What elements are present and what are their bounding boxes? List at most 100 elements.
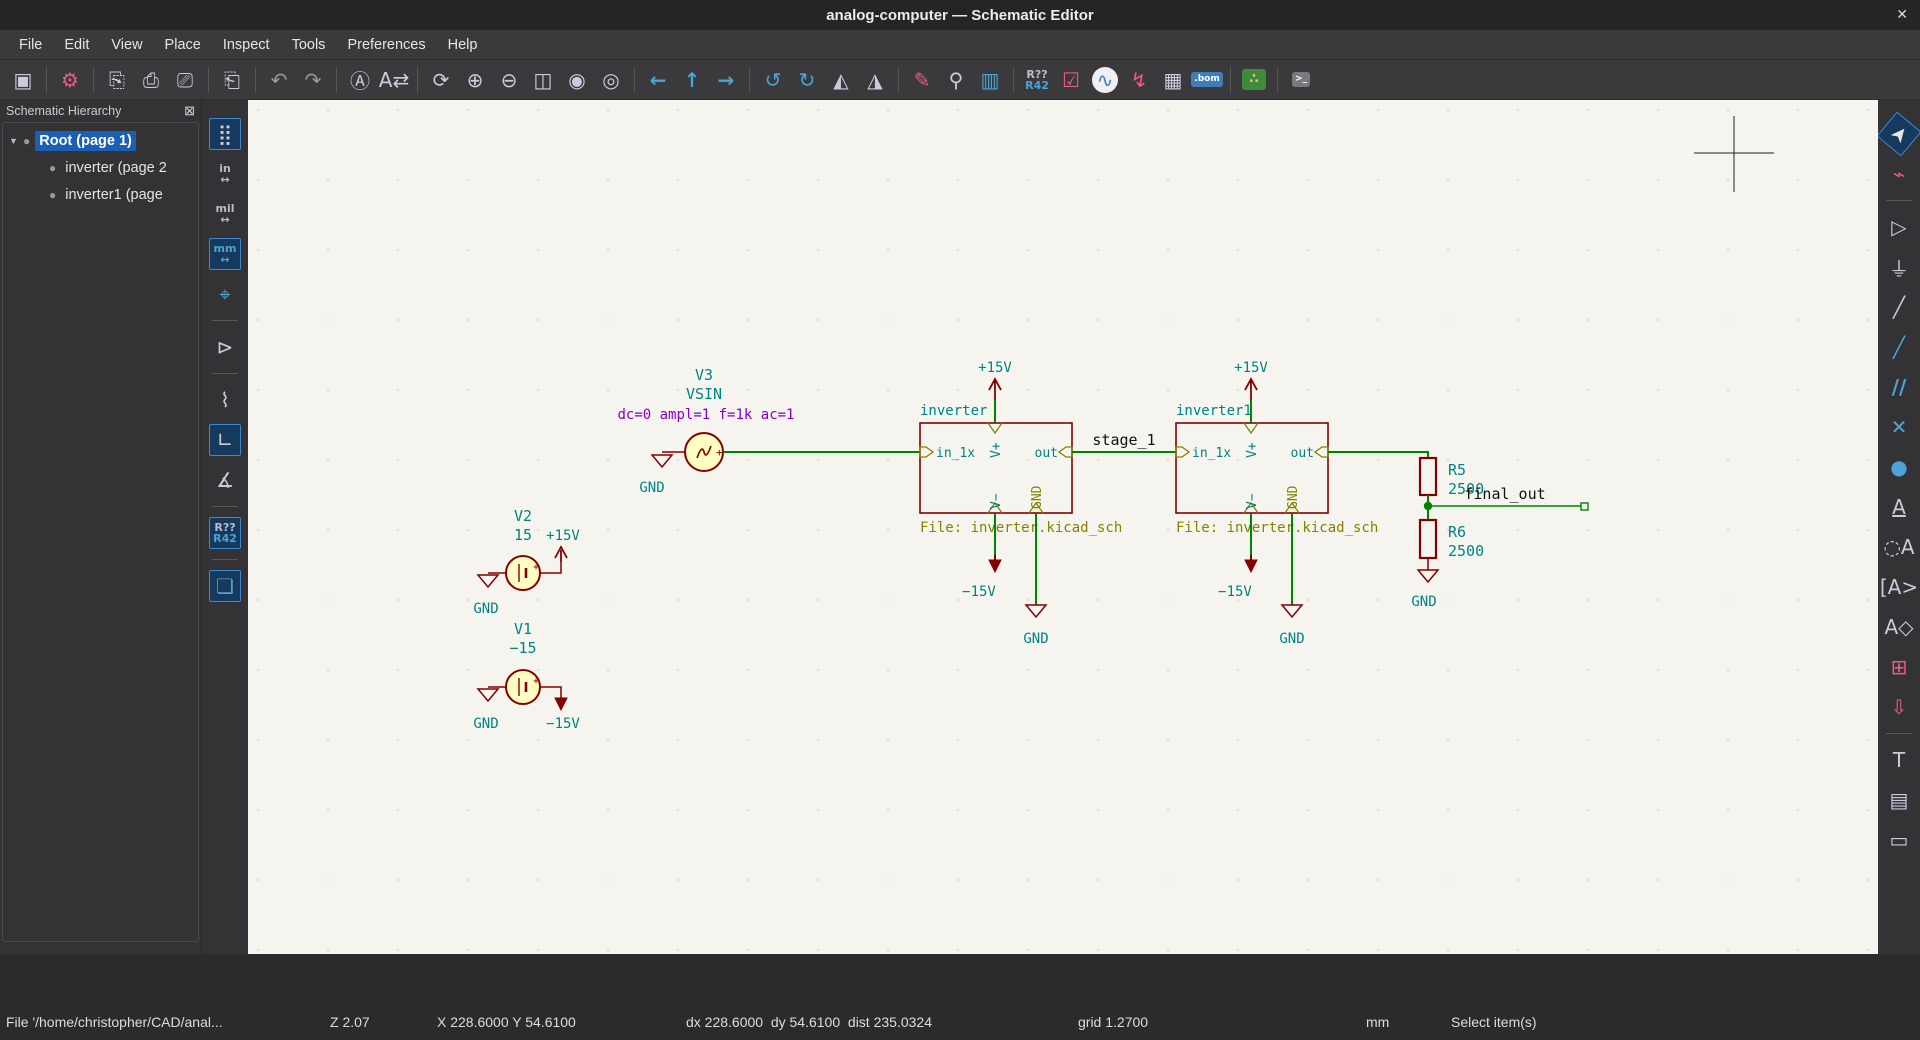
annotate-icon[interactable]: R?? R42: [1021, 64, 1053, 96]
simulator-icon[interactable]: ∿: [1092, 66, 1118, 93]
undo-icon[interactable]: ↶: [263, 64, 295, 96]
menu-view[interactable]: View: [100, 33, 153, 57]
find-replace-icon[interactable]: A⇄: [378, 64, 410, 96]
sheet2-pin-vminus[interactable]: V−: [1245, 493, 1260, 509]
find-icon[interactable]: Ⓐ: [344, 64, 376, 96]
navigate-back-icon[interactable]: ←: [642, 64, 674, 96]
add-bus-icon[interactable]: ╱: [1883, 331, 1915, 363]
add-sheet-icon[interactable]: ⊞: [1883, 651, 1915, 683]
add-directive-label-icon[interactable]: ◌A: [1883, 531, 1915, 563]
gnd-label[interactable]: GND: [1023, 631, 1048, 647]
v1-reference[interactable]: V1: [514, 620, 532, 638]
annotate-automatically-icon[interactable]: R?? R42: [209, 517, 241, 549]
sheet2-pin-vplus[interactable]: V+: [1245, 442, 1260, 458]
hierarchy-close-icon[interactable]: ⊠: [184, 103, 195, 119]
add-symbol-icon[interactable]: ▷: [1883, 211, 1915, 243]
m15-label[interactable]: −15V: [962, 584, 996, 600]
sheet1-pin-gnd[interactable]: GND: [1030, 485, 1045, 509]
menu-place[interactable]: Place: [154, 33, 212, 57]
tree-expander-icon[interactable]: ▼: [9, 136, 23, 146]
mirror-horizontal-icon[interactable]: ◮: [859, 64, 891, 96]
net-label-stage1[interactable]: stage_1: [1092, 431, 1155, 449]
add-bus-entry-icon[interactable]: //: [1883, 371, 1915, 403]
sheet1-pin-vminus[interactable]: V−: [989, 493, 1004, 509]
menu-preferences[interactable]: Preferences: [336, 33, 436, 57]
menu-file[interactable]: File: [8, 33, 53, 57]
v3-sim-params[interactable]: dc=0 ampl=1 f=1k ac=1: [617, 407, 794, 423]
navigate-forward-icon[interactable]: →: [710, 64, 742, 96]
tree-item-root[interactable]: ▼ ● Root (page 1): [9, 127, 198, 154]
units-mm-icon[interactable]: mm ↔: [209, 238, 241, 270]
zoom-to-selection-icon[interactable]: ◎: [595, 64, 627, 96]
v1-value[interactable]: −15: [509, 639, 536, 657]
window-close-icon[interactable]: ✕: [1896, 6, 1908, 23]
rotate-ccw-icon[interactable]: ↺: [757, 64, 789, 96]
p15-label[interactable]: +15V: [1234, 360, 1268, 376]
add-wire-icon[interactable]: ╱: [1883, 291, 1915, 323]
hierarchy-navigator-icon[interactable]: ❏: [209, 570, 241, 602]
edit-symbol-fields-icon[interactable]: ▥: [974, 64, 1006, 96]
save-icon[interactable]: ▣: [7, 64, 39, 96]
v1-gnd-label[interactable]: GND: [473, 716, 498, 732]
p15-label[interactable]: +15V: [978, 360, 1012, 376]
wire-hv-only-icon[interactable]: ∟: [209, 424, 241, 456]
sheet2-pin-gnd[interactable]: GND: [1286, 485, 1301, 509]
wire-45-degree-icon[interactable]: ∡: [209, 464, 241, 496]
zoom-in-icon[interactable]: ⊕: [459, 64, 491, 96]
sheet1-pin-in[interactable]: in_1x: [936, 446, 975, 461]
v2-gnd-label[interactable]: GND: [473, 601, 498, 617]
r6-reference[interactable]: R6: [1448, 523, 1466, 541]
pcb-editor-icon[interactable]: ∴: [1238, 64, 1270, 96]
v1-m15-label[interactable]: −15V: [546, 716, 580, 732]
tree-item-inverter[interactable]: ● inverter (page 2: [9, 154, 198, 181]
units-inches-icon[interactable]: in ↔: [209, 158, 241, 190]
symbol-editor-icon[interactable]: ✎: [906, 64, 938, 96]
add-textbox-icon[interactable]: ▤: [1883, 784, 1915, 816]
menu-inspect[interactable]: Inspect: [212, 33, 281, 57]
refresh-icon[interactable]: ⟳: [425, 64, 457, 96]
add-text-icon[interactable]: T: [1883, 744, 1915, 776]
symbol-library-browser-icon[interactable]: ⚲: [940, 64, 972, 96]
schematic-setup-icon[interactable]: ⚙: [54, 64, 86, 96]
symbol-fields-table-icon[interactable]: ▦: [1157, 64, 1189, 96]
add-no-connect-icon[interactable]: ✕: [1883, 411, 1915, 443]
add-global-label-icon[interactable]: [A>: [1880, 571, 1918, 603]
sheet1-pin-out[interactable]: out: [1035, 446, 1058, 461]
highlight-net-icon[interactable]: ⌁: [1883, 158, 1915, 190]
add-rectangle-icon[interactable]: ▭: [1883, 824, 1915, 856]
sheet2-pin-in[interactable]: in_1x: [1192, 446, 1231, 461]
r5-reference[interactable]: R5: [1448, 461, 1466, 479]
gnd-label[interactable]: GND: [1279, 631, 1304, 647]
v3-value[interactable]: VSIN: [686, 385, 722, 403]
zoom-fit-objects-icon[interactable]: ◉: [561, 64, 593, 96]
net-label-final-out[interactable]: final_out: [1464, 485, 1545, 503]
zoom-out-icon[interactable]: ⊖: [493, 64, 525, 96]
mirror-vertical-icon[interactable]: ◭: [825, 64, 857, 96]
navigate-up-icon[interactable]: ↑: [676, 64, 708, 96]
gnd-label[interactable]: GND: [1411, 594, 1436, 610]
add-hierarchical-label-icon[interactable]: A◇: [1883, 611, 1915, 643]
v3-reference[interactable]: V3: [695, 366, 713, 384]
v2-p15-label[interactable]: +15V: [546, 528, 580, 544]
add-junction-icon[interactable]: ●: [1883, 451, 1915, 483]
rotate-cw-icon[interactable]: ↻: [791, 64, 823, 96]
r6-value[interactable]: 2500: [1448, 542, 1484, 560]
sheet1-pin-vplus[interactable]: V+: [989, 442, 1004, 458]
sheet1-name[interactable]: inverter: [920, 403, 987, 419]
toggle-grid-icon[interactable]: ⣿: [209, 118, 241, 150]
menu-tools[interactable]: Tools: [281, 33, 337, 57]
show-hidden-pins-icon[interactable]: ⊳: [209, 331, 241, 363]
v2-reference[interactable]: V2: [514, 507, 532, 525]
scripting-console-icon[interactable]: >_: [1285, 64, 1317, 96]
menu-help[interactable]: Help: [437, 33, 489, 57]
redo-icon[interactable]: ↷: [297, 64, 329, 96]
paste-icon[interactable]: ⎗: [216, 64, 248, 96]
select-tool-icon[interactable]: ➤: [1876, 111, 1920, 157]
tree-item-inverter1[interactable]: ● inverter1 (page: [9, 181, 198, 208]
zoom-fit-page-icon[interactable]: ◫: [527, 64, 559, 96]
v2-value[interactable]: 15: [514, 526, 532, 544]
plot-icon[interactable]: ⎚: [169, 64, 201, 96]
sheet2-file[interactable]: File: inverter.kicad_sch: [1176, 520, 1378, 536]
page-settings-icon[interactable]: ⎘: [101, 64, 133, 96]
simulation-probe-icon[interactable]: ↯: [1123, 64, 1155, 96]
